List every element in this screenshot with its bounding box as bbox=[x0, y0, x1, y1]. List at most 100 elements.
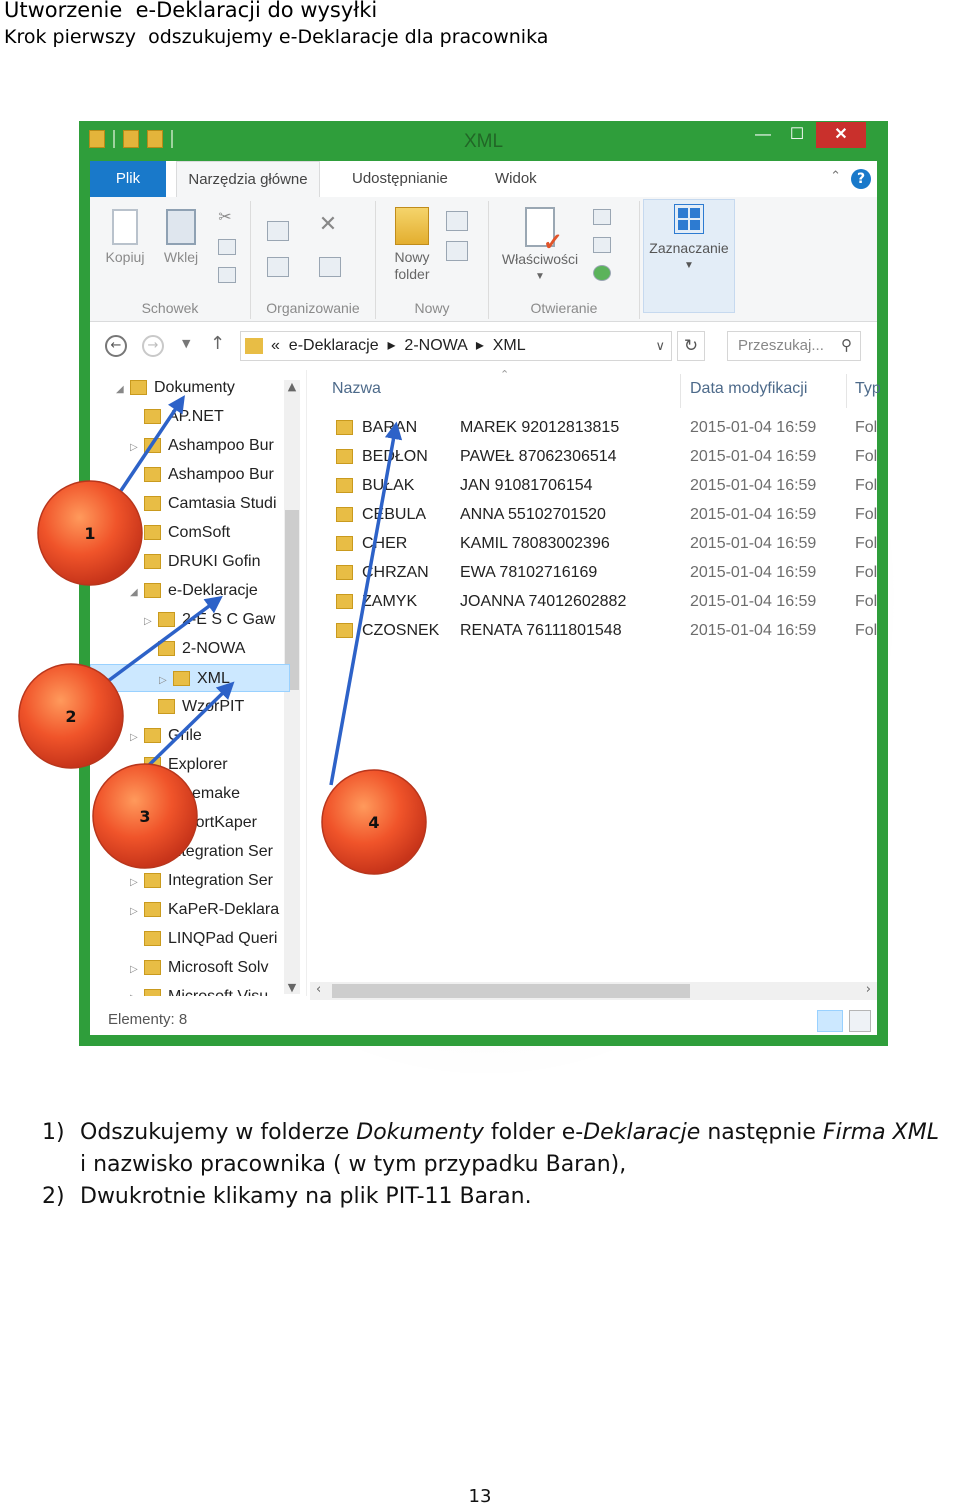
expand-arrow-icon[interactable]: ▷ bbox=[130, 898, 142, 924]
column-divider[interactable] bbox=[846, 374, 847, 408]
new-folder-button[interactable]: Nowy folder bbox=[382, 207, 442, 283]
expand-arrow-icon[interactable]: ◢ bbox=[130, 579, 142, 605]
tree-item[interactable]: ▷ Grile bbox=[90, 722, 306, 750]
maximize-button[interactable]: ☐ bbox=[781, 122, 813, 148]
select-button[interactable]: Zaznaczanie ▼ bbox=[643, 199, 735, 313]
move-to-icon[interactable] bbox=[267, 221, 289, 241]
tree-item[interactable]: LINQPad Queri bbox=[90, 925, 306, 953]
tree-item[interactable]: Ashampoo Bur bbox=[90, 461, 306, 489]
rename-icon[interactable] bbox=[319, 257, 341, 277]
column-header-name[interactable]: Nazwa bbox=[332, 380, 381, 398]
copy-path-icon[interactable] bbox=[218, 239, 236, 255]
group-open-label: Otwieranie bbox=[530, 300, 598, 316]
tree-item[interactable]: ComSoft bbox=[90, 519, 306, 547]
file-row[interactable]: CHER KAMIL 78083002396 2015-01-04 16:59 Fol bbox=[310, 530, 877, 558]
paste-button[interactable]: Wklej bbox=[156, 209, 206, 266]
recent-locations-icon[interactable]: ▼ bbox=[182, 337, 190, 350]
tree-item[interactable]: ExportKaper bbox=[90, 809, 306, 837]
file-date: 2015-01-04 16:59 bbox=[690, 593, 817, 610]
tree-item[interactable]: ▷ KaPeR-Deklara bbox=[90, 896, 306, 924]
column-divider[interactable] bbox=[680, 374, 681, 408]
tree-item[interactable]: ▷ 2-E S C Gaw bbox=[90, 606, 306, 634]
tree-item[interactable]: ◢ Dokumenty bbox=[90, 374, 306, 402]
file-row[interactable]: BUŁAK JAN 91081706154 2015-01-04 16:59 Fol bbox=[310, 472, 877, 500]
details-view-icon[interactable] bbox=[817, 1010, 843, 1032]
tree-item[interactable]: WzorPIT bbox=[90, 693, 306, 721]
refresh-icon[interactable]: ↻ bbox=[677, 331, 705, 361]
file-row[interactable]: CHRZAN EWA 78102716169 2015-01-04 16:59 Fol bbox=[310, 559, 877, 587]
tab-file[interactable]: Plik bbox=[90, 161, 166, 197]
new-item-icon[interactable] bbox=[446, 211, 468, 231]
file-type: Fol bbox=[855, 535, 878, 552]
search-input[interactable]: Przeszukaj... ⚲ bbox=[727, 331, 861, 361]
expand-arrow-icon[interactable]: ◢ bbox=[116, 376, 128, 402]
tab-home[interactable]: Narzędzia główne bbox=[176, 161, 320, 197]
tree-item[interactable]: ▷ XML bbox=[90, 664, 290, 692]
tree-item[interactable]: ▷ Microsoft Visu bbox=[90, 983, 306, 996]
cut-icon[interactable]: ✂ bbox=[214, 209, 236, 226]
scroll-left-icon[interactable]: ‹ bbox=[316, 982, 321, 997]
file-row[interactable]: ZAMYK JOANNA 74012602882 2015-01-04 16:59 F… bbox=[310, 588, 877, 616]
tree-item[interactable]: Integration Ser bbox=[90, 838, 306, 866]
expand-arrow-icon[interactable]: ▷ bbox=[130, 724, 142, 750]
expand-arrow-icon[interactable]: ▷ bbox=[130, 985, 142, 996]
tree-item[interactable]: ▷ Microsoft Solv bbox=[90, 954, 306, 982]
delete-icon[interactable]: ✕ bbox=[313, 213, 343, 235]
tree-item-label: Ashampoo Bur bbox=[168, 466, 274, 483]
ribbon-group-clipboard: Kopiuj Wklej ✂ Schowek bbox=[90, 201, 251, 319]
file-row[interactable]: BEDŁON PAWEŁ 87062306514 2015-01-04 16:59 F… bbox=[310, 443, 877, 471]
clipboard-icon bbox=[166, 209, 196, 245]
forward-icon[interactable]: → bbox=[142, 335, 164, 357]
caption-text: Dokumenty bbox=[356, 1120, 484, 1145]
expand-arrow-icon[interactable]: ▷ bbox=[130, 434, 142, 460]
file-row[interactable]: CEBULA ANNA 55102701520 2015-01-04 16:59 Fo… bbox=[310, 501, 877, 529]
close-button[interactable]: ✕ bbox=[816, 122, 866, 148]
minimize-button[interactable]: — bbox=[747, 122, 779, 148]
address-bar[interactable]: « e-Deklaracje ▸ 2-NOWA ▸ XML ∨ bbox=[240, 331, 672, 361]
paste-label: Wklej bbox=[163, 249, 199, 265]
edit-icon[interactable] bbox=[593, 237, 611, 253]
up-icon[interactable]: ↑ bbox=[210, 333, 225, 354]
caption-item: 1) Odszukujemy w folderze Dokumenty folde… bbox=[42, 1117, 942, 1181]
large-icons-view-icon[interactable] bbox=[849, 1010, 871, 1032]
window-content: Plik Narzędzia główne Udostępnianie Wido… bbox=[90, 161, 881, 1035]
tree-item[interactable]: AP.NET bbox=[90, 403, 306, 431]
back-icon[interactable]: ← bbox=[105, 335, 127, 357]
expand-arrow-icon[interactable]: ▷ bbox=[130, 956, 142, 982]
expand-arrow-icon[interactable]: ▷ bbox=[159, 667, 171, 691]
file-annotation: JOANNA 74012602882 bbox=[460, 593, 627, 610]
file-date: 2015-01-04 16:59 bbox=[690, 622, 817, 639]
tree-item[interactable]: ◢ e-Deklaracje bbox=[90, 577, 306, 605]
open-icon[interactable] bbox=[593, 209, 611, 225]
file-date: 2015-01-04 16:59 bbox=[690, 535, 817, 552]
history-icon[interactable] bbox=[593, 265, 611, 281]
file-row[interactable]: BARAN MAREK 92012813815 2015-01-04 16:59 Fo… bbox=[310, 414, 877, 442]
column-header-date[interactable]: Data modyfikacji bbox=[690, 380, 807, 398]
breadcrumb[interactable]: « e-Deklaracje ▸ 2-NOWA ▸ XML bbox=[271, 332, 526, 360]
column-header-type[interactable]: Typ bbox=[855, 380, 881, 398]
tree-item[interactable]: ▷ Ashampoo Bur bbox=[90, 432, 306, 460]
caption-number: 2) bbox=[42, 1184, 65, 1209]
tree-item[interactable]: DRUKI Gofin bbox=[90, 548, 306, 576]
tree-item[interactable]: Explorer bbox=[90, 751, 306, 779]
tree-item[interactable]: Freemake bbox=[90, 780, 306, 808]
collapse-ribbon-icon[interactable]: ⌃ bbox=[830, 169, 841, 184]
tree-item[interactable]: Camtasia Studi bbox=[90, 490, 306, 518]
horizontal-scrollbar[interactable]: ‹ › bbox=[310, 982, 877, 1000]
expand-arrow-icon[interactable]: ▷ bbox=[130, 869, 142, 895]
tree-item[interactable]: ▷ Integration Ser bbox=[90, 867, 306, 895]
copy-button[interactable]: Kopiuj bbox=[100, 209, 150, 266]
properties-button[interactable]: Właściwości ▼ bbox=[495, 207, 585, 285]
tree-item[interactable]: 2-NOWA bbox=[90, 635, 306, 663]
easy-access-icon[interactable] bbox=[446, 241, 468, 261]
help-icon[interactable]: ? bbox=[851, 169, 871, 189]
file-row[interactable]: CZOSNEK RENATA 76111801548 2015-01-04 16:5… bbox=[310, 617, 877, 645]
expand-arrow-icon[interactable]: ▷ bbox=[144, 608, 156, 634]
scroll-right-icon[interactable]: › bbox=[866, 982, 871, 997]
tab-view[interactable]: Widok bbox=[495, 161, 537, 197]
chevron-down-icon[interactable]: ∨ bbox=[655, 332, 665, 360]
scrollbar-thumb[interactable] bbox=[332, 984, 690, 998]
copy-to-icon[interactable] bbox=[267, 257, 289, 277]
tab-share[interactable]: Udostępnianie bbox=[352, 161, 448, 197]
paste-shortcut-icon[interactable] bbox=[218, 267, 236, 283]
